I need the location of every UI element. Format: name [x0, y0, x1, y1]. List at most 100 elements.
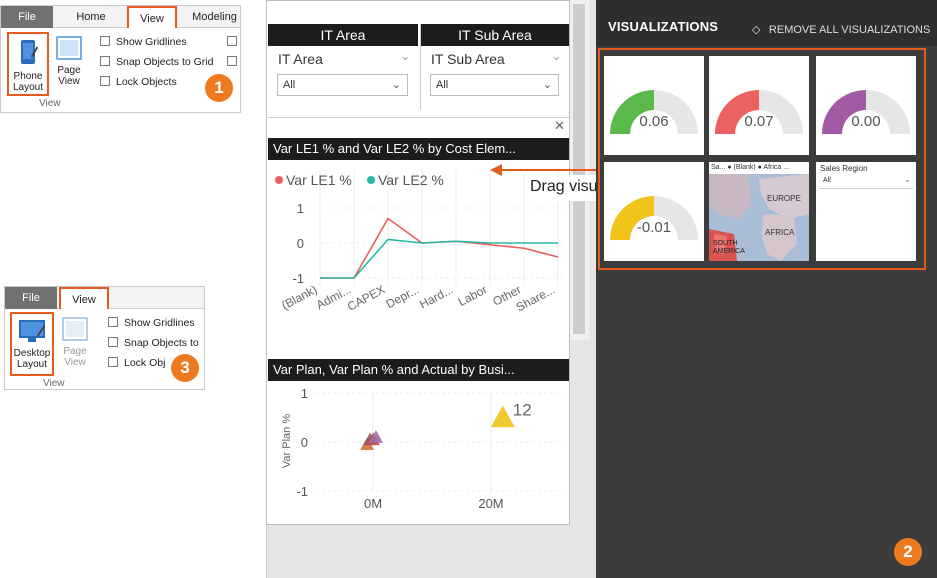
y-tick-label: 0 [301, 435, 308, 450]
slicer-field[interactable]: IT Area ⌄ [268, 46, 418, 72]
gauge-svg: 0.06 [610, 90, 698, 134]
slicer-tile-header: Sales Region [820, 164, 868, 173]
page-view-label: Page View [57, 65, 81, 87]
y-tick-label: 0 [297, 236, 304, 251]
x-tick-label: CAPEX [345, 282, 387, 313]
gauge-value: 0.06 [639, 113, 668, 130]
gauge-visual-tile[interactable]: 0.06 [604, 56, 704, 155]
lock-objects-checkbox[interactable]: Lock Objects [100, 76, 177, 88]
step-badge-2: 2 [894, 538, 922, 566]
y-tick-label: 1 [301, 386, 308, 401]
tab-file[interactable]: File [1, 6, 53, 28]
x-tick-label: Labor [456, 282, 490, 309]
slicer-tile-value: All [823, 177, 831, 184]
series-line [320, 217, 559, 279]
chevron-down-icon: ⌄ [391, 79, 401, 91]
gauge-visual-tile[interactable]: 0.00 [816, 56, 916, 155]
legend-label: Var LE2 % [378, 172, 444, 188]
scatter-point [490, 405, 515, 428]
extra-checkbox-2[interactable] [227, 56, 243, 68]
scatter-chart-svg: Var Plan % 1 0 -1 0M 20M 12 [281, 386, 563, 511]
slicer-tile-dropdown[interactable]: All ⌄ [819, 175, 913, 189]
y-axis-label: Var Plan % [281, 414, 293, 468]
slicer-it-sub-area[interactable]: IT Sub Area IT Sub Area ⌄ All ⌄ [420, 24, 569, 110]
legend-marker [367, 176, 375, 184]
snap-objects-label: Snap Objects to Grid [116, 56, 214, 68]
snap-objects-checkbox[interactable]: Snap Objects to Grid [100, 56, 213, 68]
close-icon[interactable]: ✕ [554, 118, 565, 134]
extra-checkbox-1[interactable] [227, 36, 243, 48]
show-gridlines-checkbox[interactable]: Show Gridlines [100, 36, 187, 48]
sales-region-slicer-tile[interactable]: Sales Region All ⌄ [816, 162, 916, 261]
chevron-down-icon: ⌄ [400, 51, 410, 63]
series-line [320, 238, 558, 279]
x-tick-label: 20M [478, 496, 503, 511]
slicer-dropdown[interactable]: All ⌄ [277, 74, 408, 96]
ribbon-phone-view: File Home View Modeling Phone Layout Pag… [0, 5, 241, 113]
slicer-value: All [436, 79, 449, 91]
lock-objects-label-bottom: Lock Obj [124, 357, 166, 369]
chart-title: Var Plan, Var Plan % and Actual by Busi.… [268, 359, 569, 381]
ribbon-tabs-bottom: File View [5, 287, 204, 309]
gauge-value: 0.00 [851, 113, 880, 130]
view-group-label: View [39, 98, 61, 109]
x-tick-label: Depr... [384, 282, 422, 311]
lock-objects-label: Lock Objects [116, 76, 177, 88]
gauge-value: -0.01 [637, 219, 671, 236]
lock-objects-checkbox-bottom[interactable]: Lock Obj [108, 357, 165, 369]
x-tick-label: 0M [364, 496, 382, 511]
desktop-layout-icon [19, 320, 45, 342]
chevron-down-icon: ⌄ [542, 79, 552, 91]
page-view-icon [56, 36, 82, 60]
map-label-africa: AFRICA [765, 228, 795, 237]
gauge-svg: 0.00 [822, 90, 910, 134]
desktop-layout-button[interactable]: Desktop Layout [10, 312, 54, 376]
slicer-field-label: IT Sub Area [431, 51, 505, 67]
snap-objects-label-bottom: Snap Objects to [124, 337, 199, 349]
page-view-button[interactable]: Page View [51, 34, 87, 96]
gauge-visual-tile[interactable]: 0.07 [709, 56, 809, 155]
eraser-icon: ◇ [752, 24, 761, 36]
step-badge-1: 1 [205, 74, 233, 102]
desktop-layout-label: Desktop Layout [13, 348, 51, 370]
chevron-down-icon: ⌄ [551, 51, 561, 63]
legend-label: Var LE1 % [286, 172, 352, 188]
remove-all-button[interactable]: ◇ REMOVE ALL VISUALIZATIONS [752, 20, 930, 38]
map-visual-tile[interactable]: Sa... ● (Blank) ● Africa ... EUROPE AFRI… [709, 162, 809, 261]
x-tick-label: (Blank) [279, 282, 319, 312]
slicer-it-area[interactable]: IT Area IT Area ⌄ All ⌄ [268, 24, 418, 110]
gauge-visual-tile[interactable]: -0.01 [604, 162, 704, 261]
scatter-chart-visual[interactable]: Var Plan, Var Plan % and Actual by Busi.… [268, 359, 569, 524]
show-gridlines-label: Show Gridlines [116, 36, 187, 48]
map-label-europe: EUROPE [767, 194, 801, 203]
y-tick-label: -1 [296, 484, 308, 499]
show-gridlines-checkbox-bottom[interactable]: Show Gridlines [108, 317, 195, 329]
tab-view[interactable]: View [127, 6, 177, 28]
page-view-label-bottom: Page View [63, 346, 87, 368]
phone-layout-icon [21, 40, 38, 64]
slicer-field[interactable]: IT Sub Area ⌄ [421, 46, 569, 72]
tab-file-bottom[interactable]: File [5, 287, 57, 309]
step-badge-3: 3 [171, 354, 199, 382]
y-tick-label: 1 [297, 201, 304, 216]
tab-modeling[interactable]: Modeling [187, 6, 242, 28]
show-gridlines-label-bottom: Show Gridlines [124, 317, 195, 329]
remove-all-label: REMOVE ALL VISUALIZATIONS [768, 24, 931, 36]
visualizations-title: VISUALIZATIONS [608, 19, 719, 34]
slicer-field-label: IT Area [278, 51, 323, 67]
tab-home[interactable]: Home [61, 6, 121, 28]
gauge-svg: -0.01 [610, 196, 698, 240]
page-view-button-bottom[interactable]: Page View [57, 315, 93, 377]
map-legend: Sa... ● (Blank) ● Africa ... [711, 164, 790, 171]
visualizations-header: VISUALIZATIONS ◇ REMOVE ALL VISUALIZATIO… [596, 0, 937, 46]
chart-title: Var LE1 % and Var LE2 % by Cost Elem... [268, 138, 569, 160]
snap-objects-checkbox-bottom[interactable]: Snap Objects to [108, 337, 199, 349]
line-chart-visual[interactable]: ✕ Var LE1 % and Var LE2 % by Cost Elem..… [268, 117, 569, 337]
ribbon-tabs: File Home View Modeling [1, 6, 240, 28]
legend-marker [275, 176, 283, 184]
tab-view-bottom[interactable]: View [59, 287, 109, 309]
slicer-dropdown[interactable]: All ⌄ [430, 74, 559, 96]
phone-layout-button[interactable]: Phone Layout [7, 32, 49, 96]
slicer-header: IT Area [268, 24, 418, 46]
map-label-south-america: SOUTH AMERICA [713, 240, 745, 255]
